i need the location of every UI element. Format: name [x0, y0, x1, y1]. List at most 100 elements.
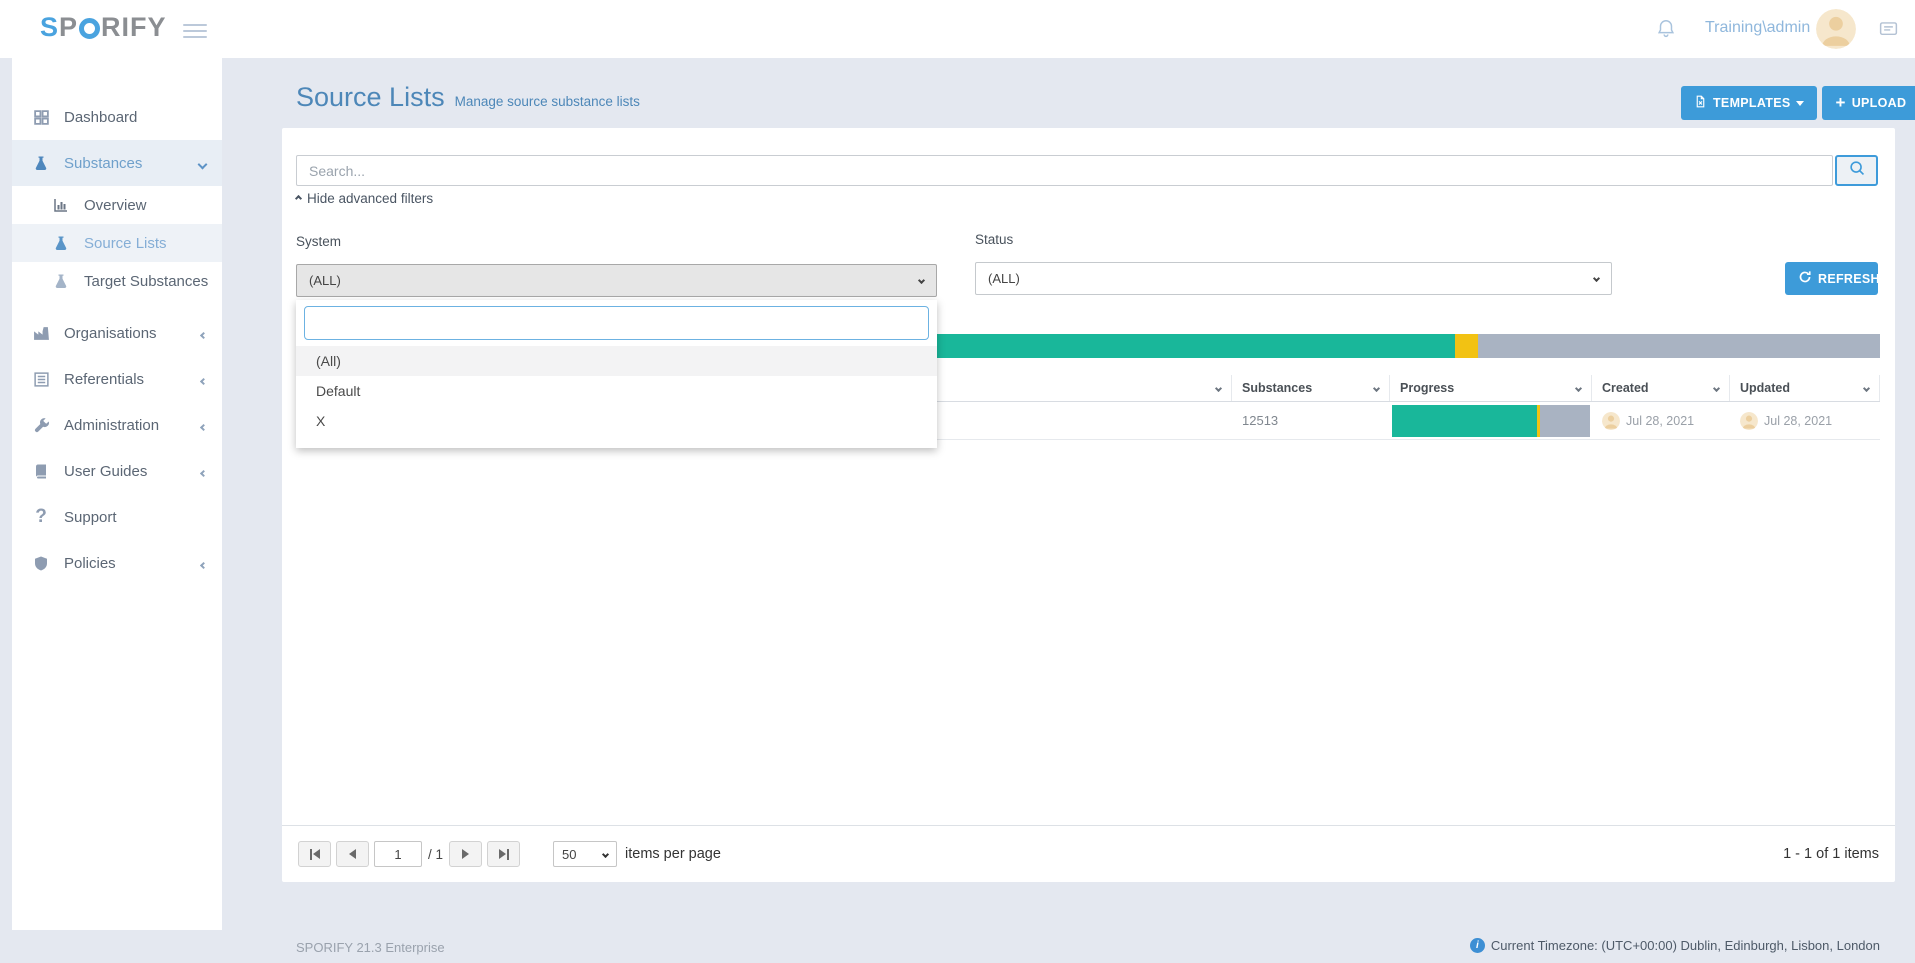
chevron-down-icon[interactable]: [1575, 384, 1582, 391]
sidebar-item-support[interactable]: ? Support: [12, 494, 222, 540]
hide-advanced-filters-label: Hide advanced filters: [307, 191, 433, 206]
sidebar-item-dashboard[interactable]: Dashboard: [12, 94, 222, 140]
first-page-button[interactable]: [298, 841, 331, 867]
hamburger-menu-icon[interactable]: [183, 20, 207, 42]
question-mark-icon: ?: [32, 508, 50, 526]
page-title: Source Lists: [296, 82, 445, 113]
logo-letters-rify: RIFY: [101, 12, 167, 43]
factory-icon: [32, 324, 50, 342]
dropdown-option-x[interactable]: X: [296, 406, 937, 436]
cell-substances: 12513: [1232, 402, 1390, 439]
notifications-bell-icon[interactable]: [1655, 17, 1677, 46]
caret-up-icon: [295, 195, 302, 202]
search-input[interactable]: [296, 155, 1833, 186]
progress-segment-green: [1392, 405, 1537, 437]
dropdown-option-default[interactable]: Default: [296, 376, 937, 406]
plus-icon: +: [1835, 93, 1845, 113]
column-header-substances[interactable]: Substances: [1232, 375, 1390, 401]
system-filter-label: System: [296, 234, 341, 249]
user-menu[interactable]: Training\admin: [1705, 19, 1810, 37]
sidebar-item-label: Policies: [64, 555, 116, 572]
page-subtitle: Manage source substance lists: [455, 94, 640, 109]
sidebar-item-label: Substances: [64, 155, 142, 172]
upload-button-label: UPLOAD: [1852, 96, 1907, 110]
templates-button[interactable]: TEMPLATES: [1681, 86, 1817, 120]
items-range-label: 1 - 1 of 1 items: [1783, 846, 1879, 862]
sidebar-item-administration[interactable]: Administration: [12, 402, 222, 448]
dropdown-filter-input[interactable]: [304, 306, 929, 340]
system-dropdown-panel: (All) Default X: [296, 300, 937, 448]
search-button[interactable]: [1835, 155, 1878, 186]
flask-icon: [52, 272, 70, 290]
source-lists-card: Hide advanced filters System Status (ALL…: [282, 128, 1895, 882]
last-page-button[interactable]: [487, 841, 520, 867]
dashboard-grid-icon: [32, 108, 50, 126]
sidebar-item-policies[interactable]: Policies: [12, 540, 222, 586]
row-progress-bar: [1392, 405, 1590, 437]
next-page-button[interactable]: [449, 841, 482, 867]
chevron-left-icon: [201, 463, 206, 480]
previous-page-button[interactable]: [336, 841, 369, 867]
sidebar-item-source-lists[interactable]: Source Lists: [12, 224, 222, 262]
caret-down-icon: [1796, 101, 1804, 106]
chevron-down-icon: [602, 850, 609, 857]
page-size-select[interactable]: 50: [553, 841, 617, 867]
column-header-created[interactable]: Created: [1592, 375, 1730, 401]
dropdown-option-list: (All) Default X: [296, 346, 937, 436]
chevron-down-icon[interactable]: [1863, 384, 1870, 391]
upload-button[interactable]: + UPLOAD: [1822, 86, 1915, 120]
bar-chart-icon: [52, 196, 70, 214]
progress-segment-gray: [1540, 405, 1590, 437]
user-avatar[interactable]: [1816, 9, 1856, 49]
status-filter-label: Status: [975, 232, 1013, 247]
sidebar-item-label: Referentials: [64, 371, 144, 388]
chevron-left-icon: [201, 371, 206, 388]
pagination-bar: / 1 50 items per page 1 - 1 of 1 items: [282, 825, 1895, 882]
sidebar-item-user-guides[interactable]: User Guides: [12, 448, 222, 494]
app-screen: SPRIFY Training\admin Dashboard Substanc…: [0, 0, 1915, 963]
chevron-left-icon: [201, 555, 206, 572]
status-select[interactable]: (ALL): [975, 262, 1612, 295]
chevron-down-icon: [918, 277, 925, 284]
chevron-down-icon[interactable]: [1713, 384, 1720, 391]
cell-updated: Jul 28, 2021: [1730, 402, 1880, 439]
dropdown-option-all[interactable]: (All): [296, 346, 937, 376]
sidebar-item-label: Dashboard: [64, 109, 137, 126]
sidebar-item-label: Overview: [84, 197, 147, 214]
top-header-bar: SPRIFY Training\admin: [0, 0, 1915, 58]
sidebar-item-label: Organisations: [64, 325, 157, 342]
chevron-down-icon[interactable]: [1215, 384, 1222, 391]
user-avatar-icon: [1602, 412, 1620, 430]
refresh-button-label: REFRESH: [1818, 272, 1880, 286]
sidebar-item-organisations[interactable]: Organisations: [12, 310, 222, 356]
sidebar-item-overview[interactable]: Overview: [12, 186, 222, 224]
page-number-input[interactable]: [374, 841, 422, 867]
refresh-button[interactable]: REFRESH: [1785, 262, 1878, 295]
cell-progress: [1390, 402, 1592, 439]
info-icon: i: [1470, 938, 1485, 953]
sidebar-item-referentials[interactable]: Referentials: [12, 356, 222, 402]
system-select[interactable]: (ALL): [296, 264, 937, 297]
sidebar-nav: Dashboard Substances Overview Source Lis…: [12, 58, 222, 930]
sidebar-item-target-substances[interactable]: Target Substances: [12, 262, 222, 300]
footer-timezone: i Current Timezone: (UTC+00:00) Dublin, …: [1470, 938, 1880, 953]
sidebar-item-label: User Guides: [64, 463, 147, 480]
sporify-logo[interactable]: SPRIFY: [40, 12, 167, 43]
flask-icon: [32, 154, 50, 172]
sidebar-item-substances[interactable]: Substances: [12, 140, 222, 186]
chevron-left-icon: [201, 417, 206, 434]
feedback-chat-icon[interactable]: [1878, 19, 1899, 45]
chevron-down-icon: [1593, 275, 1600, 282]
cell-created: Jul 28, 2021: [1592, 402, 1730, 439]
column-header-updated[interactable]: Updated: [1730, 375, 1880, 401]
user-avatar-icon: [1740, 412, 1758, 430]
refresh-icon: [1798, 270, 1812, 287]
hide-advanced-filters-toggle[interactable]: Hide advanced filters: [296, 191, 433, 206]
column-header-progress[interactable]: Progress: [1390, 375, 1592, 401]
chevron-down-icon[interactable]: [1373, 384, 1380, 391]
logo-letter-p: P: [59, 12, 78, 43]
logo-sync-o-icon: [79, 18, 100, 39]
page-size-value: 50: [562, 847, 576, 862]
sidebar-item-label: Target Substances: [84, 273, 208, 290]
sidebar-item-label: Source Lists: [84, 235, 167, 252]
